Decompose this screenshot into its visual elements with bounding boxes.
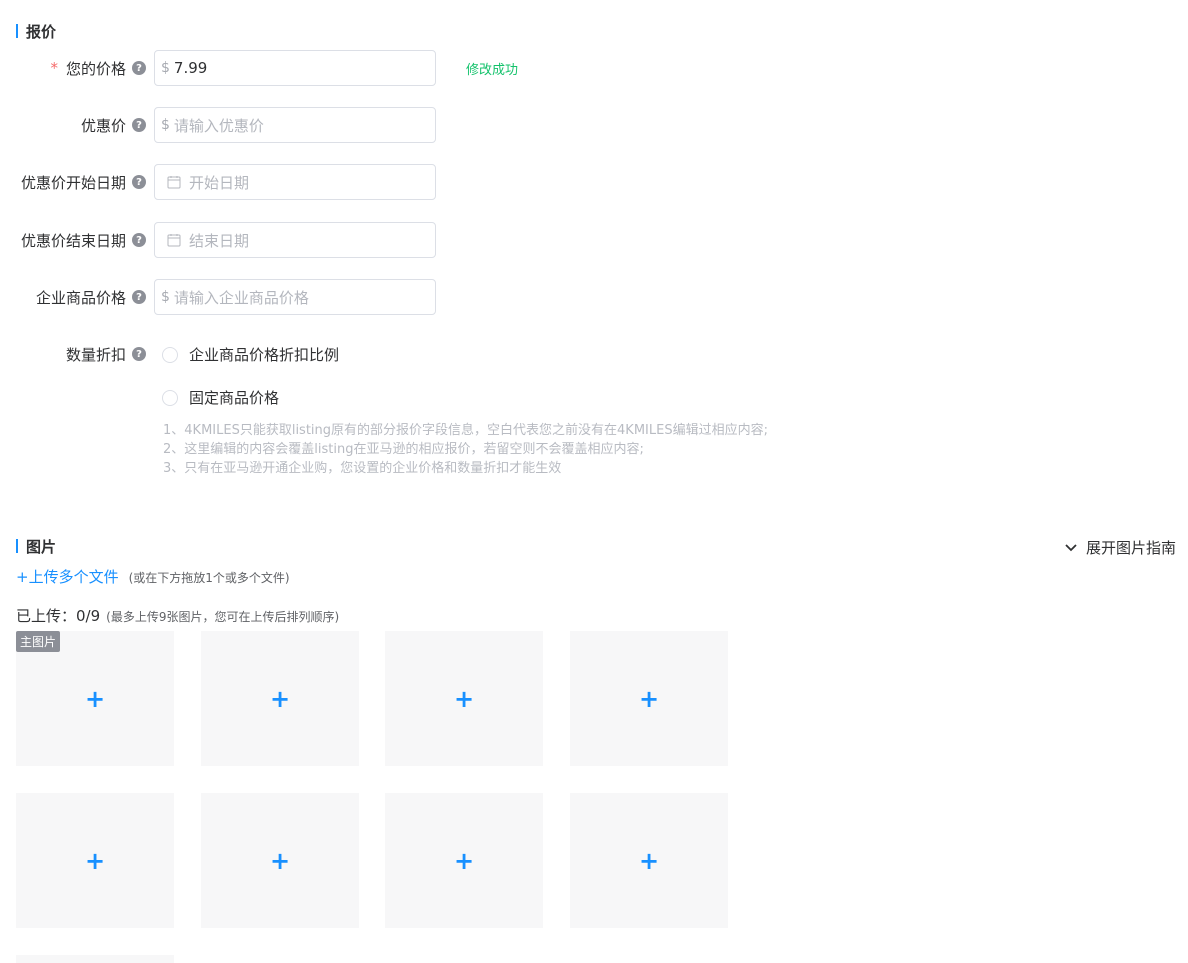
add-image-icon[interactable]: + — [270, 849, 290, 873]
add-image-icon[interactable]: + — [270, 687, 290, 711]
qty-discount-row: 数量折扣 ? — [0, 336, 154, 372]
business-price-placeholder: 请输入企业商品价格 — [173, 288, 309, 307]
sale-price-input[interactable]: $ 请输入优惠价 — [154, 107, 436, 143]
sale-end-row: 优惠价结束日期 ? 结束日期 — [0, 222, 436, 258]
required-mark: * — [50, 59, 58, 77]
question-circle-icon[interactable]: ? — [132, 290, 146, 304]
question-circle-icon[interactable]: ? — [132, 61, 146, 75]
question-circle-icon[interactable]: ? — [132, 175, 146, 189]
dollar-prefix: $ — [161, 289, 170, 305]
your-price-row: * 您的价格 ? $ 7.99 — [0, 50, 436, 86]
add-image-icon[interactable]: + — [639, 687, 659, 711]
calendar-icon — [167, 234, 181, 247]
qty-discount-label: 数量折扣 ? — [0, 344, 154, 365]
add-image-icon[interactable]: + — [454, 849, 474, 873]
question-circle-icon[interactable]: ? — [132, 118, 146, 132]
upload-area: +上传多个文件 (或在下方拖放1个或多个文件) — [16, 566, 290, 587]
business-price-input[interactable]: $ 请输入企业商品价格 — [154, 279, 436, 315]
image-slot[interactable]: + — [385, 631, 543, 766]
sale-price-label: 优惠价 ? — [0, 115, 154, 136]
note-line: 3、只有在亚马逊开通企业购，您设置的企业价格和数量折扣才能生效 — [163, 461, 562, 476]
pricing-notes: 1、4KMILES只能获取listing原有的部分报价字段信息，空白代表您之前没… — [163, 421, 768, 478]
save-success-message: 修改成功 — [466, 63, 519, 78]
image-slot-main[interactable]: 主图片 + — [16, 631, 174, 766]
qty-discount-option-fixed[interactable]: 固定商品价格 — [162, 387, 279, 408]
radio-button[interactable] — [162, 389, 178, 406]
main-image-badge: 主图片 — [16, 631, 61, 652]
uploaded-count: 已上传：0/9 — [16, 607, 101, 625]
sale-price-placeholder: 请输入优惠价 — [173, 116, 264, 135]
add-image-icon[interactable]: + — [85, 849, 105, 873]
image-slot[interactable]: + — [385, 793, 543, 928]
your-price-label-text: 您的价格 — [65, 59, 126, 78]
chevron-down-icon — [1065, 543, 1077, 551]
sale-end-label-text: 优惠价结束日期 — [20, 231, 126, 250]
add-image-icon[interactable]: + — [639, 849, 659, 873]
question-circle-icon[interactable]: ? — [132, 347, 146, 361]
sale-start-label: 优惠价开始日期 ? — [0, 172, 154, 193]
upload-hint: (或在下方拖放1个或多个文件) — [128, 571, 290, 585]
calendar-icon — [167, 176, 181, 189]
note-line: 2、这里编辑的内容会覆盖listing在亚马逊的相应报价，若留空则不会覆盖相应内… — [163, 442, 644, 457]
sale-start-placeholder: 开始日期 — [189, 173, 250, 192]
pricing-section-title: 报价 — [16, 22, 57, 41]
add-image-icon[interactable]: + — [85, 687, 105, 711]
expand-image-guide-toggle[interactable]: 展开图片指南 — [1064, 537, 1176, 558]
dollar-prefix: $ — [161, 60, 170, 76]
your-price-value[interactable]: 7.99 — [174, 59, 207, 77]
business-price-label: 企业商品价格 ? — [0, 287, 154, 308]
qty-discount-option-percent[interactable]: 企业商品价格折扣比例 — [162, 344, 339, 365]
sale-start-row: 优惠价开始日期 ? 开始日期 — [0, 164, 436, 200]
uploaded-status: 已上传：0/9 (最多上传9张图片，您可在上传后排列顺序) — [16, 605, 339, 626]
image-slot[interactable]: + — [570, 631, 728, 766]
upload-multiple-files-link[interactable]: +上传多个文件 — [16, 566, 119, 587]
images-section-title: 图片 — [16, 537, 57, 556]
image-slot[interactable] — [16, 955, 174, 963]
expand-guide-label: 展开图片指南 — [1085, 539, 1176, 557]
business-price-label-text: 企业商品价格 — [35, 288, 126, 307]
sale-price-row: 优惠价 ? $ 请输入优惠价 — [0, 107, 436, 143]
sale-start-date-picker[interactable]: 开始日期 — [154, 164, 436, 200]
sale-end-placeholder: 结束日期 — [189, 231, 250, 250]
qty-discount-label-text: 数量折扣 — [65, 345, 126, 364]
sale-price-label-text: 优惠价 — [80, 116, 126, 135]
dollar-prefix: $ — [161, 117, 170, 133]
add-image-icon[interactable]: + — [454, 687, 474, 711]
section-accent-bar — [16, 539, 18, 553]
pricing-title: 报价 — [26, 22, 57, 41]
your-price-label: * 您的价格 ? — [0, 58, 154, 79]
radio-label: 企业商品价格折扣比例 — [189, 346, 340, 364]
your-price-input[interactable]: $ 7.99 — [154, 50, 436, 86]
radio-label: 固定商品价格 — [189, 389, 280, 407]
sale-end-label: 优惠价结束日期 ? — [0, 230, 154, 251]
note-line: 1、4KMILES只能获取listing原有的部分报价字段信息，空白代表您之前没… — [163, 423, 768, 438]
uploaded-hint: (最多上传9张图片，您可在上传后排列顺序) — [106, 610, 340, 624]
image-slot[interactable]: + — [570, 793, 728, 928]
sale-end-date-picker[interactable]: 结束日期 — [154, 222, 436, 258]
question-circle-icon[interactable]: ? — [132, 233, 146, 247]
image-slot[interactable]: + — [201, 793, 359, 928]
section-accent-bar — [16, 24, 18, 38]
radio-button[interactable] — [162, 346, 178, 363]
business-price-row: 企业商品价格 ? $ 请输入企业商品价格 — [0, 279, 436, 315]
sale-start-label-text: 优惠价开始日期 — [20, 173, 126, 192]
images-title: 图片 — [26, 537, 57, 556]
image-slot[interactable]: + — [16, 793, 174, 928]
image-slot[interactable]: + — [201, 631, 359, 766]
